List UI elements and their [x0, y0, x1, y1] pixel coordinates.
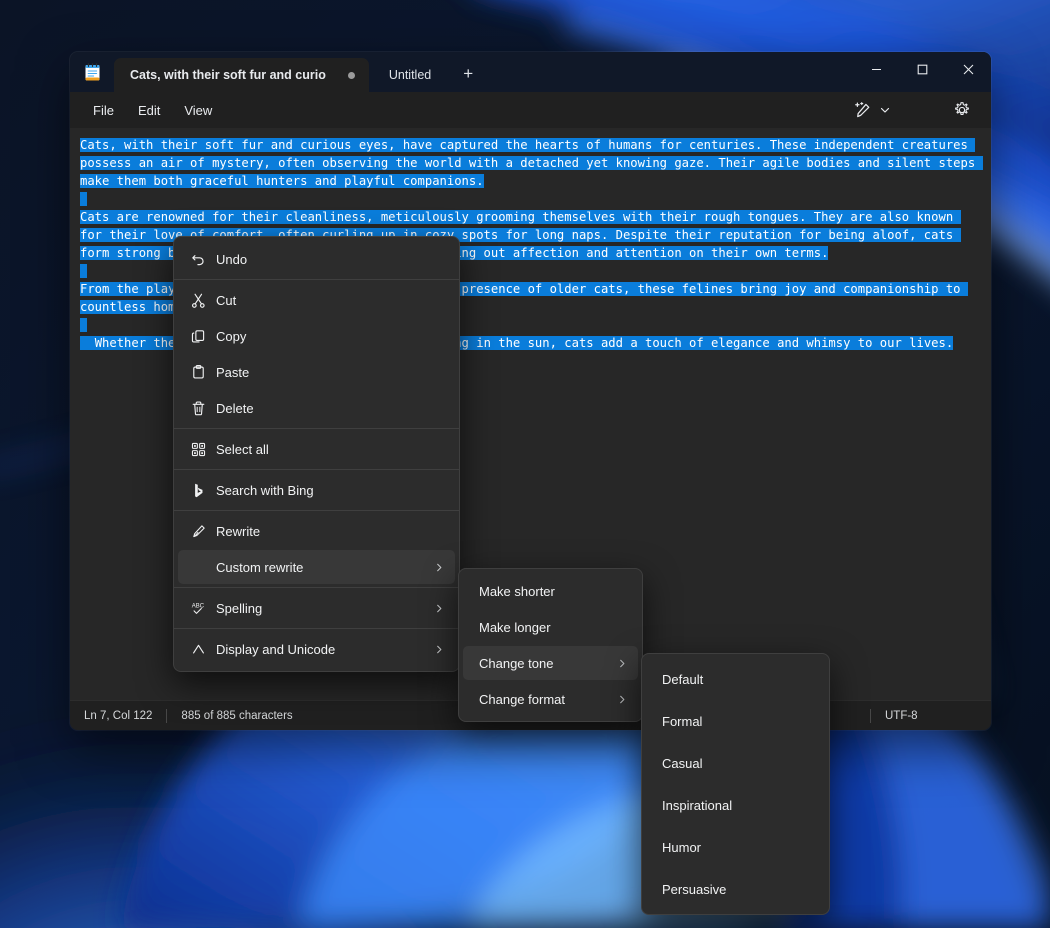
menu-item-label: Change format [479, 692, 601, 707]
chevron-right-icon [434, 562, 445, 573]
menu-item-label: Search with Bing [216, 483, 445, 498]
cut-icon [190, 292, 216, 309]
menu-view[interactable]: View [173, 98, 223, 123]
caret-up-icon [190, 641, 216, 658]
menu-separator [174, 428, 459, 429]
tab-untitled[interactable]: Untitled [369, 58, 437, 92]
menu-item-label: Default [662, 672, 815, 687]
menu-item-spelling[interactable]: ABC Spelling [178, 591, 455, 625]
tab-modified-dot [348, 72, 355, 79]
rewrite-pen-icon [190, 523, 216, 540]
trash-icon [190, 400, 216, 417]
menu-item-label: Rewrite [216, 524, 445, 539]
new-tab-button[interactable]: + [451, 58, 485, 90]
tone-item-persuasive[interactable]: Persuasive [646, 869, 825, 909]
document-blank-line [80, 190, 981, 208]
menu-item-custom-rewrite[interactable]: Custom rewrite [178, 550, 455, 584]
bing-icon [190, 482, 216, 499]
menu-item-label: Delete [216, 401, 445, 416]
paste-icon [190, 364, 216, 381]
minimize-button[interactable] [853, 52, 899, 86]
status-character-count: 885 of 885 characters [167, 710, 306, 722]
menu-item-label: Make shorter [479, 584, 628, 599]
context-menu: Undo Cut Copy Paste [173, 236, 460, 672]
maximize-button[interactable] [899, 52, 945, 86]
submenu-item-make-shorter[interactable]: Make shorter [463, 574, 638, 608]
window-controls [853, 52, 991, 92]
menu-item-select-all[interactable]: Select all [178, 432, 455, 466]
menu-bar-right [847, 96, 983, 124]
chevron-right-icon [617, 694, 628, 705]
change-tone-submenu: Default Formal Casual Inspirational Humo… [641, 653, 830, 915]
menu-item-delete[interactable]: Delete [178, 391, 455, 425]
menu-item-label: Casual [662, 756, 815, 771]
status-bar-right: UTF-8 [870, 709, 991, 723]
menu-item-paste[interactable]: Paste [178, 355, 455, 389]
tab-title: Cats, with their soft fur and curio [130, 68, 326, 82]
tab-title: Untitled [389, 68, 431, 82]
menu-item-label: Paste [216, 365, 445, 380]
chevron-down-icon [879, 104, 891, 116]
custom-rewrite-submenu: Make shorter Make longer Change tone Cha… [458, 568, 643, 722]
copy-icon [190, 328, 216, 345]
ai-rewrite-button[interactable] [847, 96, 897, 124]
menu-item-label: Make longer [479, 620, 628, 635]
tone-item-humor[interactable]: Humor [646, 827, 825, 867]
title-bar: Cats, with their soft fur and curio Unti… [70, 52, 991, 92]
menu-item-label: Display and Unicode [216, 642, 418, 657]
menu-item-label: Select all [216, 442, 445, 457]
menu-item-label: Persuasive [662, 882, 815, 897]
menu-item-undo[interactable]: Undo [178, 242, 455, 276]
menu-file[interactable]: File [82, 98, 125, 123]
menu-bar: File Edit View [70, 92, 991, 128]
menu-item-cut[interactable]: Cut [178, 283, 455, 317]
settings-button[interactable] [947, 96, 977, 124]
notepad-icon [70, 52, 114, 92]
abc-check-icon: ABC [190, 600, 216, 617]
menu-separator [174, 279, 459, 280]
tab-strip: Cats, with their soft fur and curio Unti… [114, 52, 853, 92]
menu-separator [174, 587, 459, 588]
tab-cats[interactable]: Cats, with their soft fur and curio [114, 58, 369, 92]
menu-item-label: Change tone [479, 656, 601, 671]
menu-item-label: Inspirational [662, 798, 815, 813]
menu-item-display-and-unicode[interactable]: Display and Unicode [178, 632, 455, 666]
tone-item-inspirational[interactable]: Inspirational [646, 785, 825, 825]
chevron-right-icon [617, 658, 628, 669]
menu-item-search-with-bing[interactable]: Search with Bing [178, 473, 455, 507]
submenu-item-change-format[interactable]: Change format [463, 682, 638, 716]
chevron-right-icon [434, 644, 445, 655]
menu-item-label: Formal [662, 714, 815, 729]
gear-icon [953, 101, 971, 119]
svg-text:ABC: ABC [192, 603, 205, 609]
tone-item-default[interactable]: Default [646, 659, 825, 699]
status-encoding[interactable]: UTF-8 [871, 710, 991, 722]
menu-item-copy[interactable]: Copy [178, 319, 455, 353]
menu-item-label: Cut [216, 293, 445, 308]
menu-item-label: Undo [216, 252, 445, 267]
undo-icon [190, 251, 216, 268]
menu-item-rewrite[interactable]: Rewrite [178, 514, 455, 548]
menu-separator [174, 628, 459, 629]
submenu-item-make-longer[interactable]: Make longer [463, 610, 638, 644]
chevron-right-icon [434, 603, 445, 614]
menu-item-label: Custom rewrite [216, 560, 418, 575]
select-all-icon [190, 441, 216, 458]
document-paragraph: Cats, with their soft fur and curious ey… [80, 136, 981, 190]
submenu-item-change-tone[interactable]: Change tone [463, 646, 638, 680]
menu-item-label: Humor [662, 840, 815, 855]
tone-item-formal[interactable]: Formal [646, 701, 825, 741]
menu-item-label: Copy [216, 329, 445, 344]
menu-separator [174, 510, 459, 511]
status-cursor-position: Ln 7, Col 122 [70, 710, 166, 722]
menu-separator [174, 469, 459, 470]
menu-edit[interactable]: Edit [127, 98, 171, 123]
menu-item-label: Spelling [216, 601, 418, 616]
tone-item-casual[interactable]: Casual [646, 743, 825, 783]
close-button[interactable] [945, 52, 991, 86]
